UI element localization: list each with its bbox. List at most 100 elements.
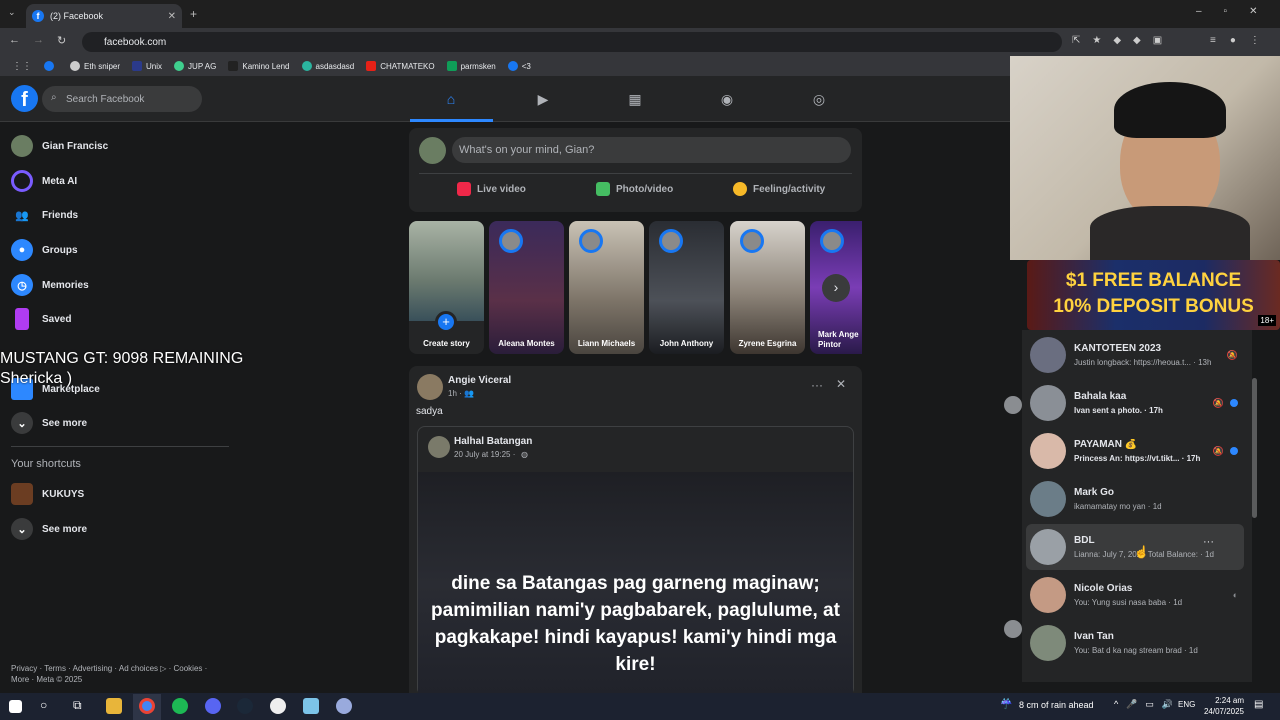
unread-dot [1230,447,1238,455]
footer-links[interactable]: Privacy · Terms · Advertising · Ad choic… [11,664,207,673]
sidebar-item-friends[interactable]: 👥 Friends [11,202,78,228]
profile-menu-icons[interactable]: ≡●⋮ [1210,35,1274,46]
address-input[interactable]: facebook.com [82,32,1062,52]
avatar [1030,481,1066,517]
bookmark-heart[interactable]: <3 [507,61,531,71]
obs-icon[interactable] [270,698,286,714]
bookmark-facebook[interactable] [44,61,58,71]
globe-icon [70,61,80,71]
clock[interactable]: 2:24 am 24/07/2025 [1200,695,1244,717]
close-icon[interactable]: ✕ [836,377,846,391]
close-tab-icon[interactable]: ✕ [168,11,176,22]
stories-next-button[interactable]: › [822,274,850,302]
chrome-icon[interactable] [139,698,155,714]
composer-input[interactable]: What's on your mind, Gian? [452,137,851,163]
language-indicator[interactable]: ENG [1178,700,1195,709]
browser-tab[interactable]: f (2) Facebook ✕ [26,4,182,28]
live-video-button[interactable]: Live video [457,182,526,196]
chat-item[interactable]: Ivan Tan You: Bat d ka nag stream brad · … [1026,620,1244,666]
bookmark-chatmateko[interactable]: CHATMATEKO [366,61,435,71]
apps-icon[interactable]: ⋮⋮ [12,61,32,72]
sidebar-item-memories[interactable]: ◷ Memories [11,272,89,298]
add-story-icon[interactable]: + [435,311,457,333]
shortcuts-see-more[interactable]: ⌄ See more [11,516,87,542]
notification-icon[interactable]: ▤ [1254,699,1263,710]
extension-icons[interactable]: ⇱★◆◆▣ [1072,35,1174,46]
chat-scrollbar[interactable] [1252,378,1257,518]
avatar[interactable] [428,436,450,458]
avatar[interactable] [419,137,446,164]
feeling-activity-button[interactable]: Feeling/activity [733,182,825,196]
more-options-icon[interactable]: ··· [1203,536,1214,548]
chat-item[interactable]: KANTOTEEN 2023 Justin longback: https://h… [1026,332,1244,378]
unread-dot [1230,399,1238,407]
windows-start-icon[interactable] [9,700,22,713]
new-tab-icon[interactable]: + [190,7,197,21]
post-author[interactable]: Angie Viceral [448,375,511,386]
app-icon[interactable] [303,698,319,714]
bookmark-label: JUP AG [188,61,217,71]
steam-icon[interactable] [237,698,253,714]
shared-author[interactable]: Halhal Batangan [454,436,532,447]
chat-item[interactable]: Nicole Orias You: Yung susi nasa baba · 1… [1026,572,1244,618]
search-input[interactable]: ⌕ Search Facebook [42,86,202,112]
contact-avatar[interactable] [1004,396,1022,414]
sidebar-item-saved[interactable]: Saved [11,306,71,332]
search-icon[interactable]: ○ [40,698,47,712]
weather-text[interactable]: 8 cm of rain ahead [1019,700,1094,710]
ad-banner[interactable]: $1 FREE BALANCE 10% DEPOSIT BONUS 18+ [1027,260,1280,330]
shortcut-kukuys[interactable]: KUKUYS [11,481,84,507]
task-view-icon[interactable]: ⧉ [73,698,82,713]
bookmark-label: Eth sniper [84,61,121,71]
spotify-icon[interactable] [172,698,188,714]
watch-icon[interactable]: ▶ [534,90,552,108]
bookmark-label: <3 [521,61,531,71]
story-card[interactable]: Zyrene Esgrina [730,221,805,354]
marketplace-icon[interactable]: ▦ [626,90,644,108]
bookmark-eth-sniper[interactable]: Eth sniper [70,61,120,71]
create-story-card[interactable]: + Create story [409,221,484,354]
tab-list-icon[interactable]: ⌄ [8,7,16,18]
contact-avatar[interactable] [1004,620,1022,638]
more-options-icon[interactable]: ··· [811,378,823,392]
app-icon[interactable] [336,698,352,714]
chat-name: Bahala kaa [1074,391,1127,402]
back-icon[interactable]: ← [9,34,20,46]
discord-icon[interactable] [205,698,221,714]
post-time[interactable]: 1h · [448,389,462,398]
shared-time[interactable]: 20 July at 19:25 · [454,450,515,459]
bookmark-kamino[interactable]: Kamino Lend [228,61,290,71]
sidebar-see-more[interactable]: ⌄ See more [11,410,87,436]
file-explorer-icon[interactable] [106,698,122,714]
sidebar-item-groups[interactable]: ● Groups [11,237,78,263]
photo-video-button[interactable]: Photo/video [596,182,673,196]
story-card[interactable]: Aleana Montes [489,221,564,354]
forward-icon[interactable]: → [33,34,44,46]
home-icon[interactable]: ⌂ [442,90,460,108]
chat-name: Mark Go [1074,487,1115,498]
bookmark-jup-ag[interactable]: JUP AG [174,61,216,71]
gaming-icon[interactable]: ◎ [810,90,828,108]
chat-item[interactable]: PAYAMAN 💰 Princess An: https://vt.tikt...… [1026,428,1244,474]
bookmark-unix[interactable]: Unix [132,61,162,71]
friends-audience-icon: 👥 [464,389,474,398]
story-card[interactable]: Liann Michaels [569,221,644,354]
facebook-icon [44,61,54,71]
sidebar-item-meta-ai[interactable]: Meta AI [11,168,77,194]
groups-icon[interactable]: ◉ [718,90,736,108]
avatar[interactable] [417,374,443,400]
chat-item[interactable]: Mark Go ikamamatay mo yan · 1d [1026,476,1244,522]
bookmark-asdasdasd[interactable]: asdasdasd [301,61,354,71]
chat-item[interactable]: Bahala kaa Ivan sent a photo. · 17h 🔕 [1026,380,1244,426]
action-label: Feeling/activity [753,183,826,195]
window-controls[interactable]: –▫✕ [1196,6,1280,17]
group-avatar [1030,433,1066,469]
tray-icons[interactable]: ^🎤▭🔊 [1114,699,1181,710]
reload-icon[interactable]: ↻ [57,34,66,47]
photo-icon [596,182,610,196]
facebook-logo-icon[interactable]: f [11,85,38,112]
sidebar-item-profile[interactable]: Gian Francisc [11,133,108,159]
bookmark-parmsken[interactable]: parmsken [446,61,496,71]
story-card[interactable]: John Anthony [649,221,724,354]
ad-line: 10% DEPOSIT BONUS [1053,296,1254,317]
